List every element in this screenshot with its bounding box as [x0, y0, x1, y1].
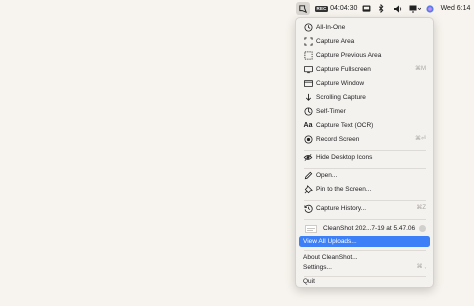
- menu-item-label: Settings...: [303, 264, 332, 271]
- arrow-down-icon: [303, 93, 313, 103]
- menu-item-pin-to-screen[interactable]: Pin to the Screen...: [299, 183, 430, 196]
- shortcut-label: ⌘ ,: [416, 264, 426, 270]
- menu-item-label: View All Uploads...: [303, 238, 357, 245]
- dashed-area-icon: [303, 51, 313, 61]
- menu-item-label: Quit: [303, 278, 315, 285]
- menu-item-self-timer[interactable]: Self-Timer: [299, 105, 430, 118]
- record-icon: [303, 135, 313, 145]
- menubar-clock[interactable]: Wed 6:14: [439, 0, 472, 17]
- crop-corners-icon: [303, 37, 313, 47]
- shortcut-label: ⌘Z: [416, 205, 426, 211]
- recent-capture-item[interactable]: CleanShot 202...7-19 at 5.47.06: [299, 222, 430, 236]
- app-icon[interactable]: [360, 0, 372, 17]
- eye-slash-icon: [303, 153, 313, 163]
- menu-separator: [304, 219, 426, 220]
- siri-icon[interactable]: [425, 0, 435, 17]
- menu-bar: REC 04:04:30 Wed 6:14: [0, 0, 474, 17]
- bluetooth-icon[interactable]: [376, 0, 386, 17]
- menu-item-label: Scrolling Capture: [316, 94, 366, 101]
- recording-timer[interactable]: REC 04:04:30: [315, 0, 358, 17]
- screenshot-thumbnail: [305, 225, 317, 233]
- menu-item-open[interactable]: Open...: [299, 169, 430, 182]
- monitor-icon: [303, 65, 313, 75]
- menu-item-label: Record Screen: [316, 136, 360, 143]
- rec-badge: REC: [315, 5, 329, 12]
- volume-icon[interactable]: [392, 0, 404, 17]
- menu-item-label: All-In-One: [316, 24, 346, 31]
- recent-capture-name: CleanShot 202...7-19 at 5.47.06: [323, 225, 416, 232]
- link-icon[interactable]: [419, 225, 426, 232]
- menu-item-capture-fullscreen[interactable]: Capture Fullscreen ⌘M: [299, 63, 430, 76]
- menu-item-view-all-uploads[interactable]: View All Uploads...: [299, 236, 430, 247]
- menu-separator: [304, 200, 426, 201]
- window-icon: [303, 79, 313, 89]
- display-icon[interactable]: [408, 0, 422, 17]
- menu-item-capture-area[interactable]: Capture Area: [299, 35, 430, 48]
- shortcut-label: ⌘M: [415, 66, 426, 72]
- cleanshot-menu: All-In-One Capture Area Capture Previous…: [295, 17, 434, 288]
- menu-item-capture-text[interactable]: Aa Capture Text (OCR): [299, 119, 430, 132]
- menu-item-capture-window[interactable]: Capture Window: [299, 77, 430, 90]
- shortcut-label: ⌘⏎: [414, 136, 426, 142]
- cleanshot-menubar-icon[interactable]: [296, 2, 310, 15]
- menu-item-label: Capture Area: [316, 38, 355, 45]
- menu-item-label: Capture Window: [316, 80, 365, 87]
- menu-item-label: Capture Text (OCR): [316, 122, 374, 129]
- menu-item-label: Capture Previous Area: [316, 52, 382, 59]
- menu-item-record-screen[interactable]: Record Screen ⌘⏎: [299, 133, 430, 146]
- menu-item-all-in-one[interactable]: All-In-One: [299, 21, 430, 34]
- menu-item-label: Capture History...: [316, 205, 367, 212]
- history-icon: [303, 204, 313, 214]
- timer-icon: [303, 107, 313, 117]
- pencil-icon: [303, 171, 313, 181]
- pin-icon: [303, 185, 313, 195]
- text-aa-icon: Aa: [303, 122, 313, 129]
- menu-item-settings[interactable]: Settings... ⌘ ,: [299, 261, 430, 274]
- menu-item-capture-history[interactable]: Capture History... ⌘Z: [299, 202, 430, 215]
- menu-item-label: Open...: [316, 172, 338, 179]
- menu-item-label: Hide Desktop Icons: [316, 154, 373, 161]
- menu-item-label: Capture Fullscreen: [316, 66, 371, 73]
- clock-icon: [303, 23, 313, 33]
- menu-item-label: Pin to the Screen...: [316, 186, 372, 193]
- menu-item-scrolling-capture[interactable]: Scrolling Capture: [299, 91, 430, 104]
- timer-text: 04:04:30: [330, 5, 358, 12]
- menu-item-quit[interactable]: Quit: [299, 275, 430, 288]
- menu-item-hide-desktop-icons[interactable]: Hide Desktop Icons: [299, 151, 430, 164]
- menu-item-capture-previous-area[interactable]: Capture Previous Area: [299, 49, 430, 62]
- menu-item-label: Self-Timer: [316, 108, 346, 115]
